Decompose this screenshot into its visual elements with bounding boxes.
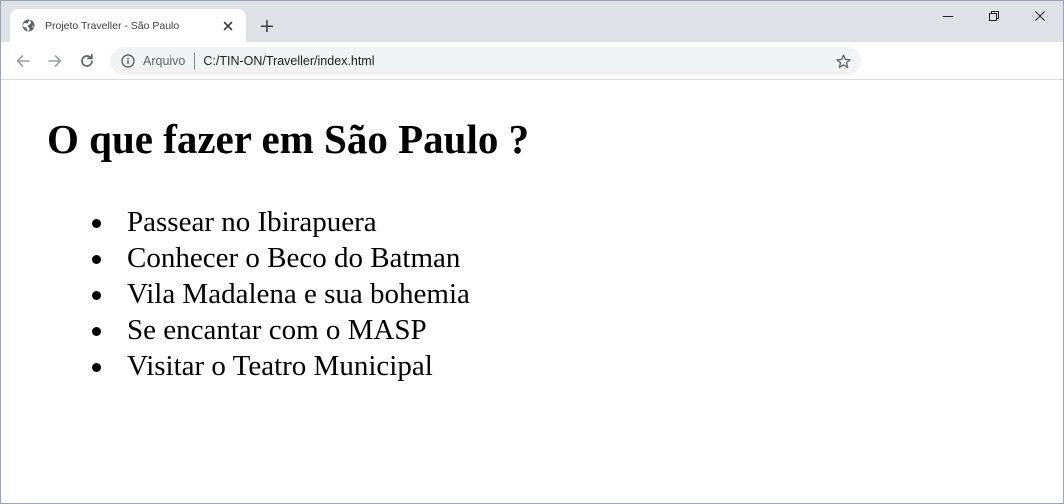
arrow-left-icon <box>16 55 30 67</box>
list-item: Conhecer o Beco do Batman <box>91 240 470 276</box>
globe-icon <box>22 19 35 32</box>
security-label: Arquivo <box>143 54 186 68</box>
list-item: Passear no Ibirapuera <box>91 204 470 240</box>
new-tab-button[interactable]: + <box>257 15 277 37</box>
minimize-button[interactable] <box>925 1 971 31</box>
star-icon[interactable] <box>829 47 857 75</box>
address-separator <box>194 53 196 69</box>
list-item: Se encantar com o MASP <box>91 312 470 348</box>
window-controls <box>925 1 1063 31</box>
address-bar[interactable]: Arquivo C:/TIN-ON/Traveller/index.html <box>110 47 861 75</box>
close-icon <box>1035 11 1045 21</box>
page-content: O que fazer em São Paulo ? Passear no Ib… <box>1 81 1063 503</box>
tab-close-icon[interactable] <box>220 18 236 34</box>
forward-button[interactable] <box>45 51 65 71</box>
page-heading: O que fazer em São Paulo ? <box>47 116 530 162</box>
reload-button[interactable] <box>77 51 97 71</box>
list-item: Vila Madalena e sua bohemia <box>91 276 470 312</box>
restore-button[interactable] <box>971 1 1017 31</box>
list-item: Visitar o Teatro Municipal <box>91 348 470 384</box>
url-text[interactable]: C:/TIN-ON/Traveller/index.html <box>203 54 829 68</box>
info-icon[interactable] <box>120 53 136 69</box>
tab-projeto-traveller[interactable]: Projeto Traveller - São Paulo <box>10 9 246 42</box>
browser-window: Projeto Traveller - São Paulo + Arquivo … <box>0 0 1064 504</box>
activity-list: Passear no Ibirapuera Conhecer o Beco do… <box>91 204 470 384</box>
browser-toolbar: Arquivo C:/TIN-ON/Traveller/index.html <box>1 42 1063 80</box>
tab-title: Projeto Traveller - São Paulo <box>45 19 180 32</box>
restore-icon <box>989 11 999 21</box>
reload-icon <box>81 53 93 67</box>
arrow-right-icon <box>48 55 62 67</box>
back-button[interactable] <box>13 51 33 71</box>
title-bar: Projeto Traveller - São Paulo + <box>1 1 1063 42</box>
minimize-icon <box>943 16 953 17</box>
close-window-button[interactable] <box>1017 1 1063 31</box>
